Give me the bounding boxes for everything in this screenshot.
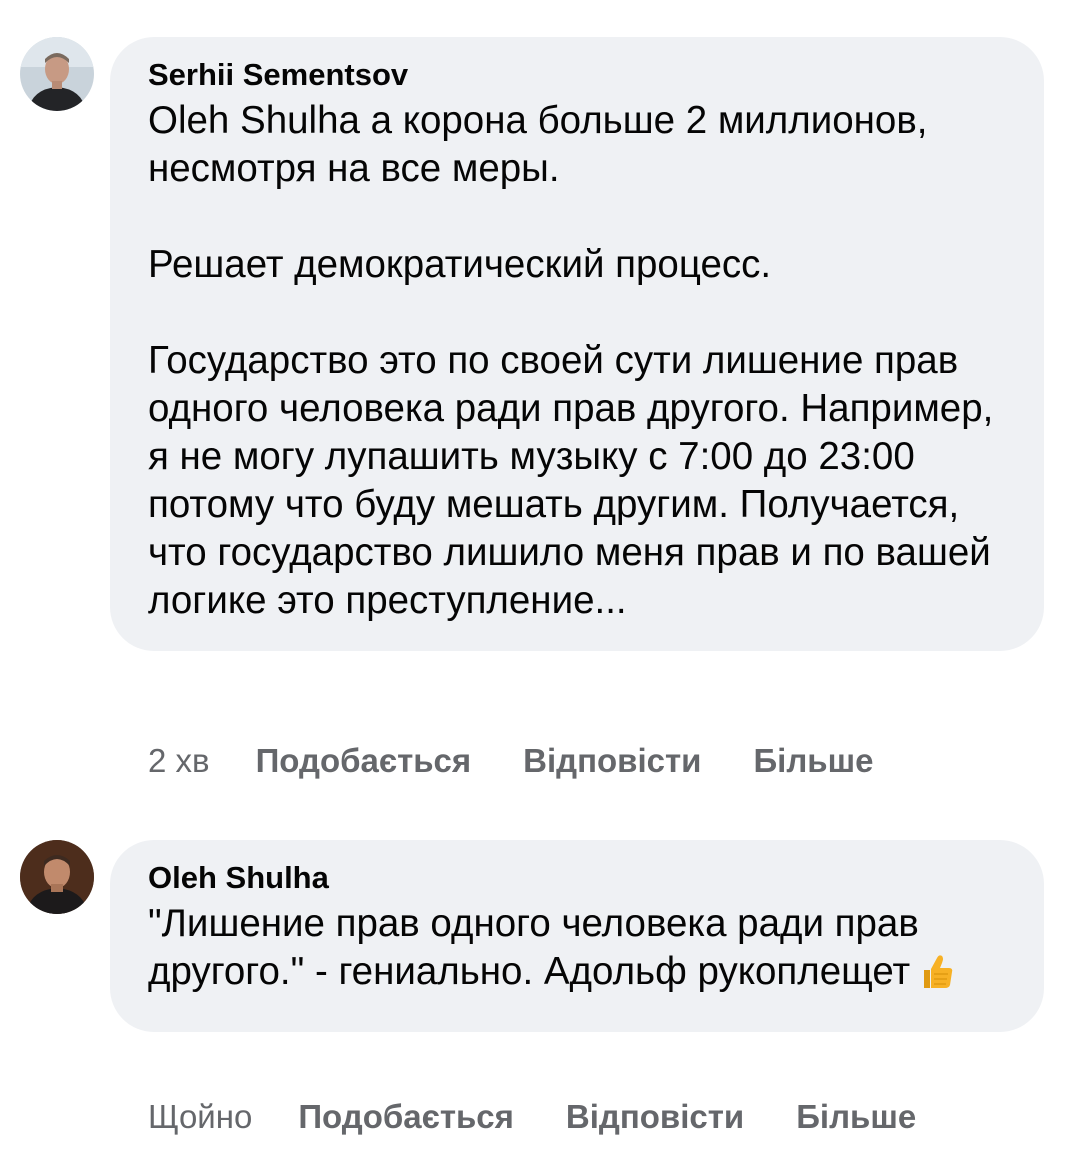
avatar-image [20, 37, 94, 111]
comment-author[interactable]: Serhii Sementsov [148, 55, 1008, 95]
reply-button[interactable]: Відповісти [566, 1097, 744, 1137]
avatar[interactable] [20, 840, 94, 914]
comment-actions: 2 хв Подобається Відповісти Більше [148, 741, 925, 781]
comment-timestamp[interactable]: Щойно [148, 1097, 252, 1137]
comment-bubble: Oleh Shulha "Лишение прав одного человек… [110, 840, 1044, 1032]
reply-button[interactable]: Відповісти [523, 741, 701, 781]
like-button[interactable]: Подобається [256, 741, 472, 781]
more-button[interactable]: Більше [753, 741, 873, 781]
comment-author[interactable]: Oleh Shulha [148, 858, 1008, 898]
avatar-image [20, 840, 94, 914]
comment-timestamp[interactable]: 2 хв [148, 741, 210, 781]
more-button[interactable]: Більше [796, 1097, 916, 1137]
thumbs-up-icon [920, 952, 954, 1002]
avatar[interactable] [20, 37, 94, 111]
comment-text: Oleh Shulha а корона больше 2 миллионов,… [148, 99, 994, 622]
like-button[interactable]: Подобається [298, 1097, 514, 1137]
comment-bubble: Serhii Sementsov Oleh Shulha а корона бо… [110, 37, 1044, 651]
comment-text: "Лишение прав одного человека ради прав … [148, 900, 1008, 1002]
comment-text-content: "Лишение прав одного человека ради прав … [148, 902, 930, 993]
comment-actions: Щойно Подобається Відповісти Більше [148, 1097, 968, 1137]
